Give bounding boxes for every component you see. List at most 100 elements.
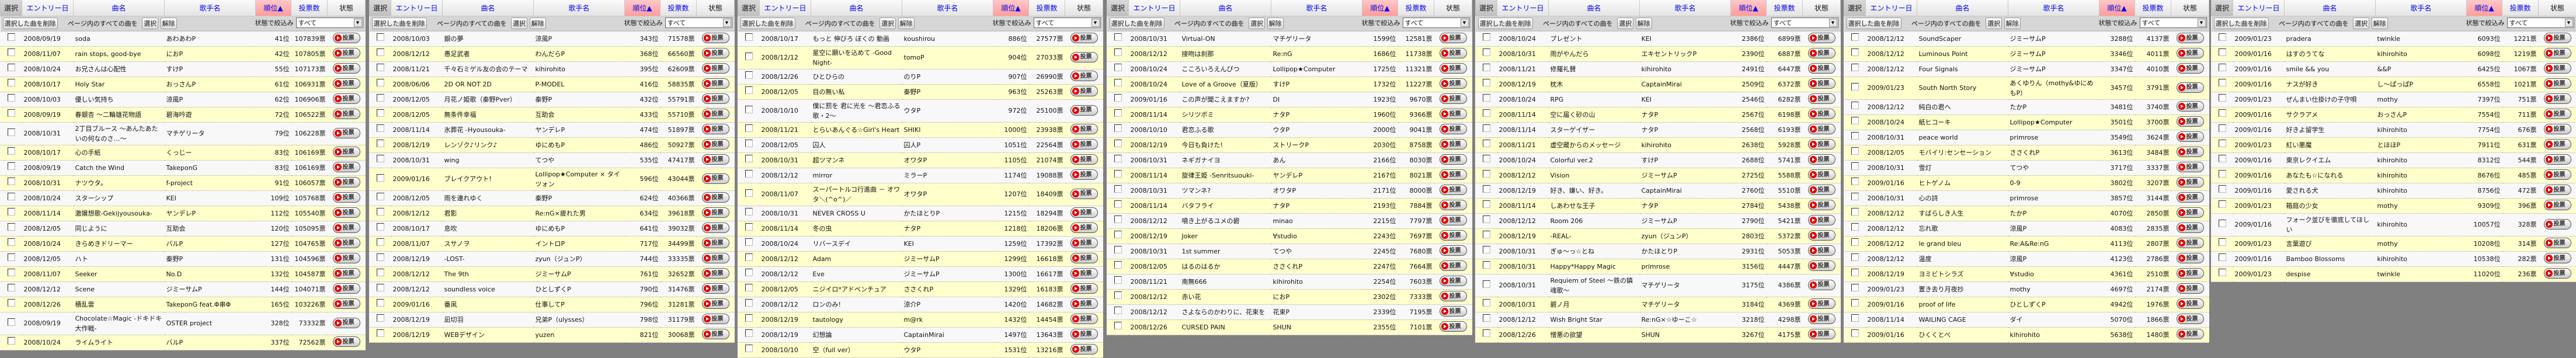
vote-button[interactable]: 投票	[702, 207, 729, 218]
vote-button[interactable]: 投票	[1808, 63, 1835, 74]
row-checkbox[interactable]	[745, 345, 753, 352]
vote-button[interactable]: 投票	[1070, 169, 1098, 180]
sort-song[interactable]: 曲名	[74, 0, 165, 16]
status-filter-select[interactable]: すべて▼	[1771, 18, 1838, 28]
vote-button[interactable]: 投票	[2544, 238, 2571, 248]
row-checkbox[interactable]	[745, 208, 753, 216]
sort-rank[interactable]: 順位▲	[993, 0, 1029, 16]
row-checkbox[interactable]	[2219, 220, 2226, 227]
row-checkbox[interactable]	[8, 269, 15, 276]
vote-button[interactable]: 投票	[2544, 268, 2571, 279]
row-checkbox[interactable]	[2219, 238, 2226, 246]
row-checkbox[interactable]	[1114, 33, 1122, 41]
vote-button[interactable]: 投票	[1808, 78, 1835, 89]
row-checkbox[interactable]	[8, 33, 15, 41]
sort-song[interactable]: 曲名	[443, 0, 534, 16]
row-checkbox[interactable]	[2219, 170, 2226, 178]
sort-rank[interactable]: 順位▲	[625, 0, 660, 16]
row-checkbox[interactable]	[377, 299, 384, 307]
vote-button[interactable]: 投票	[702, 139, 729, 150]
vote-button[interactable]: 投票	[702, 78, 729, 89]
row-checkbox[interactable]	[1851, 33, 1859, 41]
vote-button[interactable]: 投票	[2177, 268, 2204, 279]
row-checkbox[interactable]	[1483, 33, 1490, 41]
chevron-down-icon[interactable]: ▼	[1829, 19, 1837, 27]
sort-song[interactable]: 曲名	[1549, 0, 1640, 16]
select-all-button[interactable]: 選択	[1617, 18, 1633, 29]
vote-button[interactable]: 投票	[2177, 162, 2204, 172]
vote-button[interactable]: 投票	[2544, 253, 2571, 263]
deselect-all-button[interactable]: 解除	[2372, 18, 2388, 29]
sort-entry-date[interactable]: エントリー日	[22, 0, 74, 16]
row-checkbox[interactable]	[2219, 79, 2226, 86]
row-checkbox[interactable]	[1851, 178, 1859, 185]
row-checkbox[interactable]	[1483, 140, 1490, 147]
row-checkbox[interactable]	[2219, 185, 2226, 193]
chevron-down-icon[interactable]: ▼	[1091, 19, 1100, 27]
sort-artist[interactable]: 歌手名	[1640, 0, 1731, 16]
sort-artist[interactable]: 歌手名	[165, 0, 256, 16]
vote-button[interactable]: 投票	[702, 154, 729, 165]
row-checkbox[interactable]	[1483, 314, 1490, 322]
vote-button[interactable]: 投票	[1070, 298, 1098, 309]
vote-button[interactable]: 投票	[1070, 71, 1098, 81]
vote-button[interactable]: 投票	[1808, 154, 1835, 165]
delete-selected-button[interactable]: 選択した曲を削除	[3, 18, 58, 29]
row-checkbox[interactable]	[745, 314, 753, 322]
row-checkbox[interactable]	[1483, 280, 1490, 288]
vote-button[interactable]: 投票	[2177, 48, 2204, 58]
chevron-down-icon[interactable]: ▼	[354, 19, 362, 27]
row-checkbox[interactable]	[1483, 299, 1490, 307]
vote-button[interactable]: 投票	[2177, 116, 2204, 127]
sort-entry-date[interactable]: エントリー日	[1129, 0, 1180, 16]
row-checkbox[interactable]	[1114, 291, 1122, 299]
vote-button[interactable]: 投票	[2177, 298, 2204, 309]
vote-button[interactable]: 投票	[333, 162, 360, 172]
vote-button[interactable]: 投票	[2177, 253, 2204, 263]
vote-button[interactable]: 投票	[333, 48, 360, 58]
row-checkbox[interactable]	[8, 178, 15, 185]
vote-button[interactable]: 投票	[1440, 109, 1467, 119]
row-checkbox[interactable]	[377, 223, 384, 231]
vote-button[interactable]: 投票	[1440, 230, 1467, 241]
row-checkbox[interactable]	[1851, 117, 1859, 124]
vote-button[interactable]: 投票	[2177, 177, 2204, 187]
row-checkbox[interactable]	[8, 238, 15, 246]
vote-button[interactable]: 投票	[702, 173, 729, 184]
row-checkbox[interactable]	[377, 33, 384, 41]
deselect-all-button[interactable]: 解除	[1267, 18, 1284, 29]
vote-button[interactable]: 投票	[1440, 33, 1467, 43]
row-checkbox[interactable]	[1483, 329, 1490, 337]
select-all-button[interactable]: 選択	[2353, 18, 2369, 29]
vote-button[interactable]: 投票	[1070, 314, 1098, 324]
vote-button[interactable]: 投票	[1808, 185, 1835, 195]
row-checkbox[interactable]	[2219, 269, 2226, 276]
vote-button[interactable]: 投票	[1440, 139, 1467, 150]
status-filter-select[interactable]: すべて▼	[665, 18, 732, 28]
row-checkbox[interactable]	[377, 284, 384, 291]
vote-button[interactable]: 投票	[702, 109, 729, 119]
row-checkbox[interactable]	[1483, 170, 1490, 178]
vote-button[interactable]: 投票	[1440, 185, 1467, 195]
row-checkbox[interactable]	[745, 155, 753, 162]
chevron-down-icon[interactable]: ▼	[723, 19, 731, 27]
sort-entry-date[interactable]: エントリー日	[1866, 0, 1917, 16]
sort-artist[interactable]: 歌手名	[1271, 0, 1362, 16]
vote-button[interactable]: 投票	[702, 48, 729, 58]
row-checkbox[interactable]	[1483, 124, 1490, 132]
vote-button[interactable]: 投票	[333, 318, 360, 328]
vote-button[interactable]: 投票	[1070, 52, 1098, 62]
row-checkbox[interactable]	[1483, 79, 1490, 86]
row-checkbox[interactable]	[1851, 193, 1859, 200]
vote-button[interactable]: 投票	[333, 192, 360, 203]
vote-button[interactable]: 投票	[333, 268, 360, 279]
vote-button[interactable]: 投票	[1440, 276, 1467, 286]
vote-button[interactable]: 投票	[1070, 283, 1098, 294]
row-checkbox[interactable]	[377, 94, 384, 102]
vote-button[interactable]: 投票	[1808, 109, 1835, 119]
row-checkbox[interactable]	[2219, 94, 2226, 102]
sort-entry-date[interactable]: エントリー日	[391, 0, 443, 16]
row-checkbox[interactable]	[8, 147, 15, 155]
row-checkbox[interactable]	[1851, 223, 1859, 231]
row-checkbox[interactable]	[745, 106, 753, 113]
